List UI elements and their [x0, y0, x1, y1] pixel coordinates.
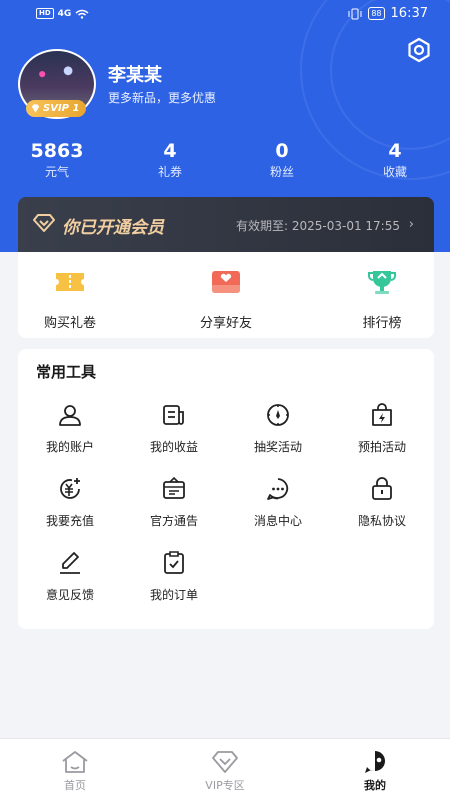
quick-actions-card: 购买礼卷 分享好友 排行榜 [18, 252, 434, 338]
share-heart-icon [212, 271, 240, 293]
stat-label: 元气 [44, 165, 69, 179]
tool-my-account[interactable]: 我的账户 [18, 402, 122, 455]
tool-label: 我的收益 [149, 440, 198, 454]
settings-icon[interactable] [406, 37, 432, 63]
stat-label: 礼券 [157, 165, 182, 179]
tab-label: VIP专区 [205, 779, 245, 792]
tool-recharge[interactable]: 我要充值 [18, 476, 122, 529]
feedback-pen-icon [60, 552, 80, 574]
tool-label: 隐私协议 [357, 514, 406, 528]
quick-action-buy-coupon[interactable]: 购买礼卷 [10, 267, 130, 331]
tab-vip-zone[interactable]: VIP专区 [175, 749, 275, 793]
section-title: 常用工具 [36, 363, 97, 381]
presale-bag-icon [372, 403, 392, 426]
tool-my-orders[interactable]: 我的订单 [122, 550, 226, 603]
wifi-icon [75, 9, 89, 19]
tool-official-notice[interactable]: 官方通告 [122, 476, 226, 529]
stat-label: 收藏 [382, 165, 407, 179]
tool-label: 抽奖活动 [253, 440, 302, 454]
quick-action-label: 排行榜 [362, 316, 402, 331]
quick-action-label: 分享好友 [199, 316, 252, 331]
profile-face-icon [365, 751, 385, 773]
lottery-icon [267, 404, 289, 426]
tool-label: 意见反馈 [45, 588, 94, 602]
network-indicator: 4G [57, 8, 72, 19]
vip-level-text: SVIP 1 [43, 103, 80, 114]
tool-feedback[interactable]: 意见反馈 [18, 550, 122, 603]
stat-coupons[interactable]: 4 礼券 [125, 139, 215, 181]
privacy-lock-icon [372, 477, 392, 500]
stat-fans[interactable]: 0 粉丝 [237, 139, 327, 181]
notice-icon [163, 476, 185, 499]
vip-gem-icon [31, 104, 40, 113]
tool-label: 消息中心 [253, 514, 302, 528]
tool-presale[interactable]: 预拍活动 [330, 402, 434, 455]
stat-favorites[interactable]: 4 收藏 [350, 139, 440, 181]
battery-indicator: 88 [368, 7, 385, 20]
clock: 16:37 [390, 6, 428, 21]
order-icon [164, 551, 184, 574]
user-name[interactable]: 李某某 [108, 61, 162, 87]
stat-value: 0 [275, 140, 289, 162]
tool-label: 官方通告 [149, 514, 198, 528]
tool-privacy-policy[interactable]: 隐私协议 [330, 476, 434, 529]
vibrate-icon [348, 8, 362, 19]
tab-home[interactable]: 首页 [25, 749, 125, 793]
vip-expire-date: 有效期至: 2025-03-01 17:55 [236, 219, 400, 233]
quick-action-ranking[interactable]: 排行榜 [322, 267, 442, 331]
tool-my-earnings[interactable]: 我的收益 [122, 402, 226, 455]
stat-value: 4 [163, 140, 177, 162]
tool-label: 预拍活动 [357, 440, 406, 454]
stat-value: 4 [388, 140, 402, 162]
quick-action-label: 购买礼卷 [43, 316, 96, 331]
stat-label: 粉丝 [269, 165, 294, 179]
vip-status-title: 你已开通会员 [62, 218, 164, 238]
vip-level-badge: SVIP 1 [26, 100, 87, 117]
message-icon [267, 478, 289, 500]
user-subtitle: 更多新品，更多优惠 [108, 91, 217, 105]
common-tools-card: 常用工具 我的账户 我的收益 抽奖活动 预拍活动 我要充值 官方通告 消息中心 … [18, 349, 434, 629]
earnings-icon [163, 405, 184, 425]
stats-row: 5863 元气 4 礼券 0 粉丝 4 收藏 [0, 139, 450, 187]
trophy-icon [368, 271, 396, 294]
tool-label: 我要充值 [45, 514, 94, 528]
hd-indicator: HD [36, 8, 54, 19]
vip-diamond-icon [33, 214, 55, 232]
vip-membership-bar[interactable]: 你已开通会员 有效期至: 2025-03-01 17:55 › [18, 197, 434, 252]
user-icon [59, 405, 81, 426]
tab-profile[interactable]: 我的 [325, 749, 425, 793]
tab-label: 首页 [64, 779, 86, 792]
tool-label: 我的订单 [149, 588, 198, 602]
ticket-icon [56, 273, 84, 291]
vip-diamond-icon [212, 751, 238, 773]
tab-label: 我的 [364, 779, 386, 792]
status-bar: HD 4G 88 16:37 [0, 0, 450, 30]
tool-label: 我的账户 [45, 440, 94, 454]
stat-energy[interactable]: 5863 元气 [12, 139, 102, 181]
recharge-icon [60, 478, 80, 499]
bottom-tab-bar: 首页 VIP专区 我的 [0, 738, 450, 800]
tool-message-center[interactable]: 消息中心 [226, 476, 330, 529]
home-icon [62, 751, 88, 773]
chevron-right-icon: › [408, 217, 414, 232]
stat-value: 5863 [30, 140, 84, 162]
quick-action-share[interactable]: 分享好友 [166, 267, 286, 331]
tool-lottery[interactable]: 抽奖活动 [226, 402, 330, 455]
